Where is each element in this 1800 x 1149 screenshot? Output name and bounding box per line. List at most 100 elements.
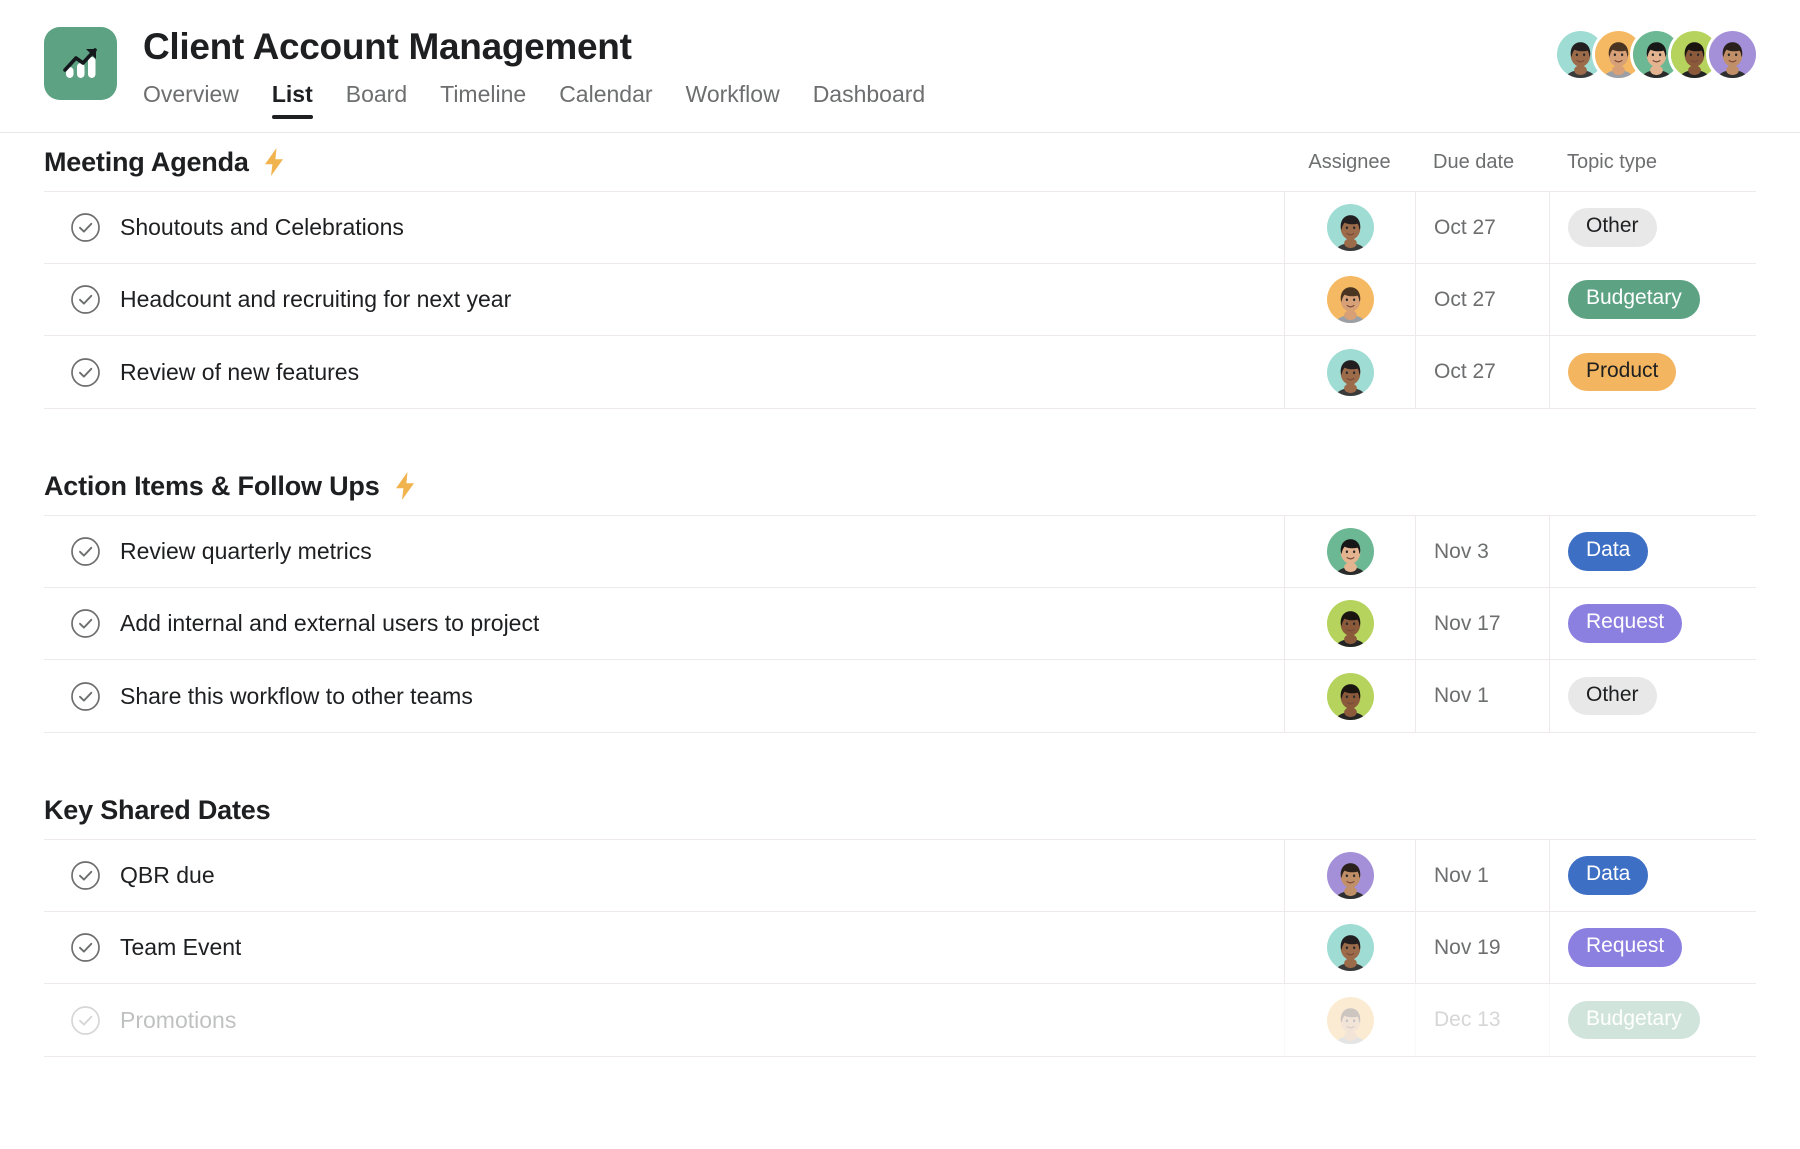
topic-type-cell[interactable]: Data: [1549, 840, 1756, 911]
topic-type-cell[interactable]: Request: [1549, 588, 1756, 659]
check-circle-icon[interactable]: [70, 932, 101, 963]
member-avatar-group[interactable]: [1557, 31, 1756, 78]
task-name-cell[interactable]: Add internal and external users to proje…: [44, 588, 1284, 659]
section-header-row: Key Shared Dates: [44, 781, 1756, 839]
assignee-cell[interactable]: [1284, 336, 1415, 408]
due-date-cell[interactable]: Dec 13: [1415, 984, 1549, 1056]
due-date-cell[interactable]: Nov 3: [1415, 516, 1549, 587]
table-row[interactable]: Review quarterly metrics Nov 3 Data: [44, 516, 1756, 588]
column-header-assignee[interactable]: Assignee: [1284, 151, 1415, 174]
assignee-cell[interactable]: [1284, 984, 1415, 1056]
task-name-cell[interactable]: Review quarterly metrics: [44, 516, 1284, 587]
check-circle-icon[interactable]: [70, 284, 101, 315]
task-name-cell[interactable]: Headcount and recruiting for next year: [44, 264, 1284, 335]
due-date-cell[interactable]: Nov 1: [1415, 660, 1549, 732]
task-table: Review quarterly metrics Nov 3 Data Add int…: [44, 515, 1756, 733]
avatar[interactable]: [1326, 672, 1374, 720]
table-row[interactable]: QBR due Nov 1 Data: [44, 840, 1756, 912]
avatar[interactable]: [1326, 348, 1374, 396]
task-name[interactable]: Promotions: [120, 1007, 236, 1034]
task-name-cell[interactable]: Review of new features: [44, 336, 1284, 408]
tab-board[interactable]: Board: [346, 79, 407, 119]
task-name[interactable]: Team Event: [120, 934, 241, 961]
tab-calendar[interactable]: Calendar: [559, 79, 652, 119]
avatar[interactable]: [1326, 276, 1374, 323]
check-circle-icon[interactable]: [70, 1005, 101, 1036]
topic-type-cell[interactable]: Budgetary: [1549, 984, 1756, 1056]
table-row[interactable]: Shoutouts and Celebrations Oct 27 Other: [44, 192, 1756, 264]
assignee-cell[interactable]: [1284, 264, 1415, 335]
status-badge[interactable]: Data: [1568, 856, 1649, 895]
task-name-cell[interactable]: Team Event: [44, 912, 1284, 983]
status-badge[interactable]: Budgetary: [1568, 280, 1700, 319]
status-badge[interactable]: Data: [1568, 532, 1649, 571]
task-name[interactable]: Shoutouts and Celebrations: [120, 214, 404, 241]
task-name[interactable]: Add internal and external users to proje…: [120, 610, 539, 637]
assignee-cell[interactable]: [1284, 912, 1415, 983]
tab-dashboard[interactable]: Dashboard: [813, 79, 926, 119]
status-badge[interactable]: Budgetary: [1568, 1000, 1700, 1040]
topic-type-cell[interactable]: Other: [1549, 660, 1756, 732]
tab-overview[interactable]: Overview: [143, 79, 239, 119]
check-circle-icon[interactable]: [70, 681, 101, 712]
tab-list[interactable]: List: [271, 79, 313, 119]
avatar[interactable]: [1326, 852, 1374, 899]
task-name-cell[interactable]: Promotions: [44, 984, 1284, 1056]
avatar[interactable]: [1326, 924, 1374, 971]
table-row[interactable]: Review of new features Oct 27 Product: [44, 336, 1756, 408]
topic-type-cell[interactable]: Data: [1549, 516, 1756, 587]
topic-type-cell[interactable]: Budgetary: [1549, 264, 1756, 335]
column-header-due[interactable]: Due date: [1415, 151, 1549, 174]
status-badge[interactable]: Request: [1568, 604, 1683, 643]
check-circle-icon[interactable]: [70, 608, 101, 639]
avatar[interactable]: [1709, 31, 1756, 78]
task-name[interactable]: QBR due: [120, 862, 215, 889]
assignee-cell[interactable]: [1284, 192, 1415, 263]
section-title[interactable]: Meeting Agenda: [44, 147, 249, 178]
assignee-cell[interactable]: [1284, 588, 1415, 659]
assignee-cell[interactable]: [1284, 840, 1415, 911]
avatar[interactable]: [1326, 204, 1374, 251]
table-row[interactable]: Team Event Nov 19 Request: [44, 912, 1756, 984]
due-date-cell[interactable]: Nov 17: [1415, 588, 1549, 659]
section-title[interactable]: Action Items & Follow Ups: [44, 471, 380, 502]
task-name[interactable]: Review quarterly metrics: [120, 538, 372, 565]
avatar[interactable]: [1326, 996, 1374, 1044]
task-name-cell[interactable]: Share this workflow to other teams: [44, 660, 1284, 732]
status-badge[interactable]: Request: [1568, 928, 1683, 967]
table-row[interactable]: Share this workflow to other teams Nov 1 O…: [44, 660, 1756, 732]
due-date-cell[interactable]: Nov 19: [1415, 912, 1549, 983]
task-list: Meeting Agenda Assignee Due date Topic type…: [0, 133, 1800, 1149]
tab-workflow[interactable]: Workflow: [686, 79, 780, 119]
task-name[interactable]: Review of new features: [120, 359, 359, 386]
project-icon[interactable]: [44, 27, 117, 100]
task-name-cell[interactable]: QBR due: [44, 840, 1284, 911]
status-badge[interactable]: Other: [1568, 676, 1657, 716]
due-date-cell[interactable]: Oct 27: [1415, 336, 1549, 408]
check-circle-icon[interactable]: [70, 212, 101, 243]
table-row[interactable]: Add internal and external users to proje…: [44, 588, 1756, 660]
check-circle-icon[interactable]: [70, 536, 101, 567]
task-name[interactable]: Headcount and recruiting for next year: [120, 286, 511, 313]
due-date-cell[interactable]: Nov 1: [1415, 840, 1549, 911]
assignee-cell[interactable]: [1284, 660, 1415, 732]
avatar[interactable]: [1326, 600, 1374, 647]
check-circle-icon[interactable]: [70, 860, 101, 891]
task-name-cell[interactable]: Shoutouts and Celebrations: [44, 192, 1284, 263]
column-header-topic[interactable]: Topic type: [1549, 151, 1756, 174]
topic-type-cell[interactable]: Other: [1549, 192, 1756, 263]
avatar[interactable]: [1326, 528, 1374, 575]
topic-type-cell[interactable]: Product: [1549, 336, 1756, 408]
check-circle-icon[interactable]: [70, 357, 101, 388]
assignee-cell[interactable]: [1284, 516, 1415, 587]
table-row[interactable]: Headcount and recruiting for next year Oc…: [44, 264, 1756, 336]
topic-type-cell[interactable]: Request: [1549, 912, 1756, 983]
due-date-cell[interactable]: Oct 27: [1415, 192, 1549, 263]
status-badge[interactable]: Product: [1568, 352, 1677, 392]
section-title[interactable]: Key Shared Dates: [44, 795, 271, 826]
due-date-cell[interactable]: Oct 27: [1415, 264, 1549, 335]
tab-timeline[interactable]: Timeline: [440, 79, 526, 119]
task-name[interactable]: Share this workflow to other teams: [120, 683, 473, 710]
table-row[interactable]: Promotions Dec 13 Budgetary: [44, 984, 1756, 1056]
status-badge[interactable]: Other: [1568, 208, 1657, 247]
